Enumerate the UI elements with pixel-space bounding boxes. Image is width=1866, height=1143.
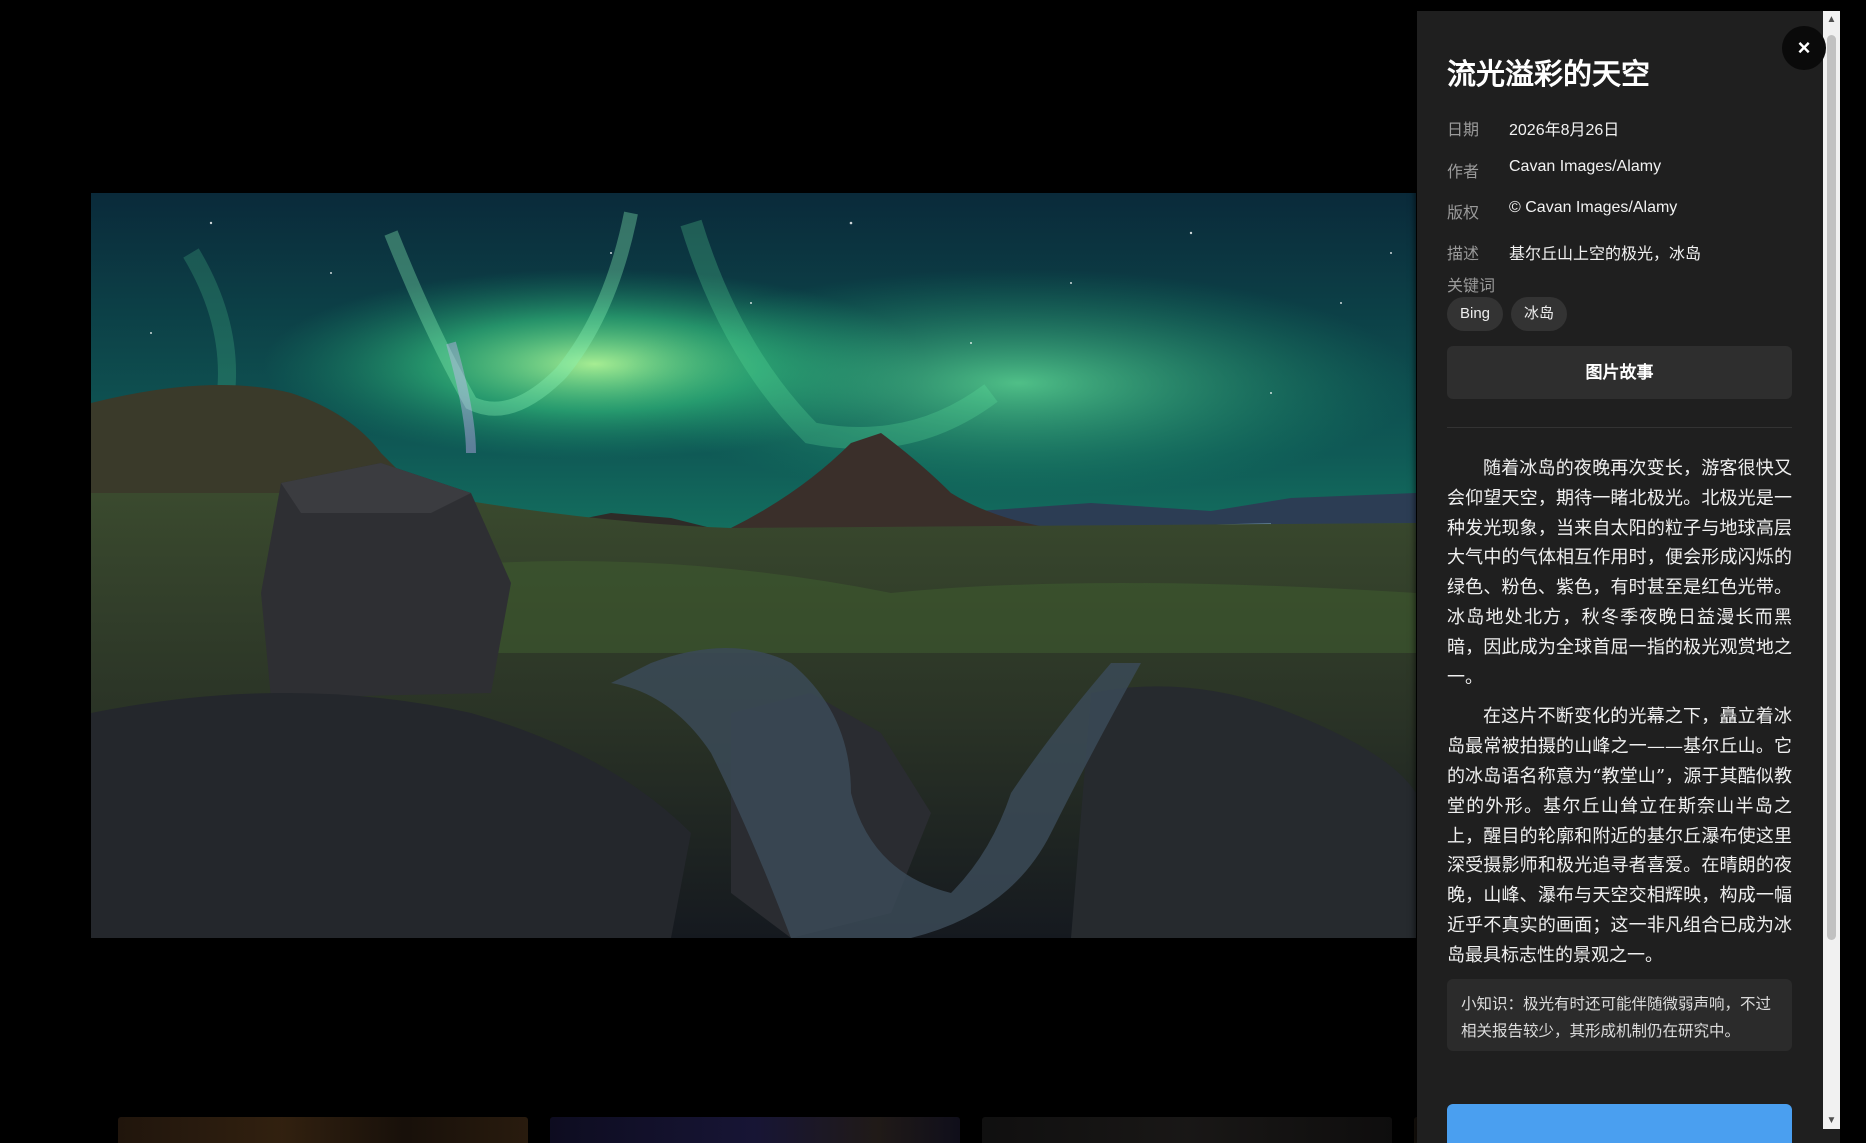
thumbnail[interactable] — [982, 1117, 1392, 1143]
detail-panel: 流光溢彩的天空 日期 2026年8月26日 作者 Cavan Images/Al… — [1417, 11, 1840, 1143]
story-paragraph: 随着冰岛的夜晚再次变长，游客很快又会仰望天空，期待一睹北极光。北极光是一种发光现… — [1447, 458, 1792, 688]
keyword-tag[interactable]: Bing — [1447, 297, 1504, 331]
meta-row-copyright: 版权 © Cavan Images/Alamy — [1447, 199, 1677, 223]
image-title: 流光溢彩的天空 — [1447, 59, 1651, 91]
story-paragraph: 在这片不断变化的光幕之下，矗立着冰岛最常被拍摄的山峰之一——基尔丘山。它的冰岛语… — [1447, 706, 1792, 966]
meta-row-author: 作者 Cavan Images/Alamy — [1447, 158, 1661, 182]
story-text: 随着冰岛的夜晚再次变长，游客很快又会仰望天空，期待一睹北极光。北极光是一种发光现… — [1447, 454, 1792, 981]
primary-action-button[interactable] — [1447, 1104, 1792, 1143]
meta-value: Cavan Images/Alamy — [1509, 158, 1662, 175]
meta-label: 版权 — [1447, 205, 1480, 222]
page: 流光溢彩的天空 日期 2026年8月26日 作者 Cavan Images/Al… — [0, 0, 1866, 1143]
meta-value: 基尔丘山上空的极光，冰岛 — [1509, 246, 1702, 263]
panel-scrollbar[interactable]: ▲ ▼ — [1823, 11, 1840, 1129]
thumbnail[interactable] — [550, 1117, 960, 1143]
close-icon: × — [1797, 35, 1811, 60]
meta-value: © Cavan Images/Alamy — [1509, 199, 1678, 216]
divider — [1447, 427, 1792, 428]
keyword-tag[interactable]: 冰岛 — [1511, 297, 1568, 331]
meta-value: 2026年8月26日 — [1509, 122, 1620, 139]
meta-row-date: 日期 2026年8月26日 — [1447, 116, 1619, 140]
image-story-button[interactable]: 图片故事 — [1447, 346, 1792, 399]
meta-label: 描述 — [1447, 246, 1480, 263]
thumbnail-strip — [118, 1117, 1594, 1143]
meta-label: 作者 — [1447, 164, 1480, 181]
keywords-label: 关键词 — [1447, 278, 1496, 295]
trivia-box: 小知识：极光有时还可能伴随微弱声响，不过相关报告较少，其形成机制仍在研究中。 — [1447, 979, 1792, 1051]
keyword-tags: Bing 冰岛 — [1447, 297, 1568, 331]
meta-row-description: 描述 基尔丘山上空的极光，冰岛 — [1447, 240, 1701, 264]
close-button[interactable]: × — [1782, 26, 1826, 70]
main-photo — [91, 193, 1416, 938]
thumbnail[interactable] — [118, 1117, 528, 1143]
meta-label: 日期 — [1447, 122, 1480, 139]
scrollbar-thumb[interactable] — [1827, 35, 1836, 940]
scroll-down-arrow-icon[interactable]: ▼ — [1823, 1112, 1840, 1129]
scroll-up-arrow-icon[interactable]: ▲ — [1823, 11, 1840, 28]
